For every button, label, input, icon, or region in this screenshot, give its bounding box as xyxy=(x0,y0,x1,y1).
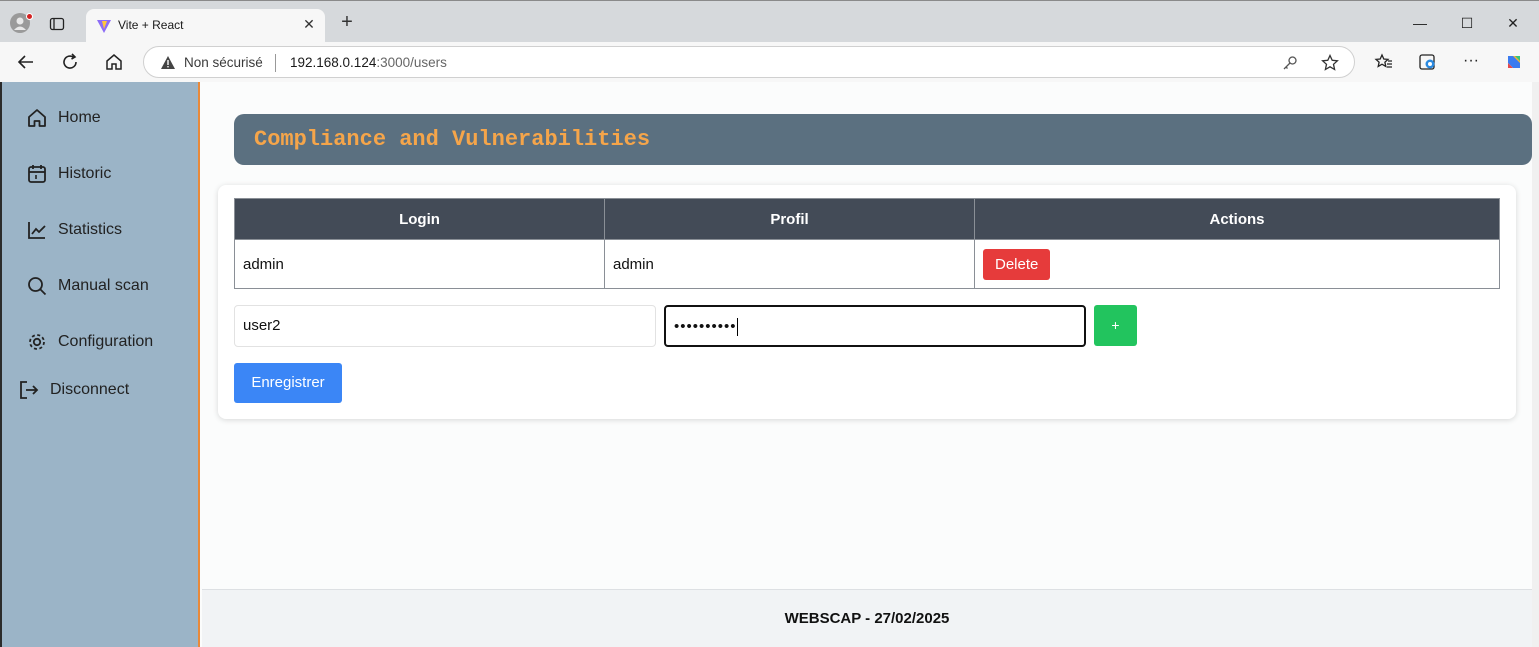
edge-collections-icon[interactable] xyxy=(1418,52,1438,72)
address-separator xyxy=(275,54,276,72)
login-input[interactable]: user2 xyxy=(234,305,656,347)
page-footer: WEBSCAP - 27/02/2025 xyxy=(202,589,1532,647)
sidebar-item-label: Home xyxy=(58,109,101,126)
sidebar: Home Historic Statistics Manual scan Con… xyxy=(2,82,200,647)
copilot-icon[interactable] xyxy=(1504,52,1524,72)
tab-title: Vite + React xyxy=(118,18,184,32)
sidebar-item-label: Disconnect xyxy=(50,381,130,398)
users-card: Login Profil Actions admin admin Delete xyxy=(218,185,1516,419)
url-text[interactable]: 192.168.0.124:3000/users xyxy=(290,55,447,70)
url-host: 192.168.0.124 xyxy=(290,55,377,70)
column-header-actions: Actions xyxy=(974,198,1500,240)
sidebar-item-disconnect[interactable]: Disconnect xyxy=(18,376,129,404)
page-scrollbar[interactable] xyxy=(1532,82,1539,647)
sidebar-item-label: Historic xyxy=(58,165,112,182)
sidebar-item-manual-scan[interactable]: Manual scan xyxy=(26,272,149,300)
home-browser-icon[interactable] xyxy=(104,52,124,72)
back-icon[interactable] xyxy=(16,52,36,72)
sidebar-item-label: Configuration xyxy=(58,333,154,350)
vite-logo-icon xyxy=(97,20,111,33)
close-window-icon[interactable]: ✕ xyxy=(1501,11,1525,35)
tab-actions-icon[interactable] xyxy=(49,16,65,32)
security-label: Non sécurisé xyxy=(184,55,263,70)
sidebar-item-statistics[interactable]: Statistics xyxy=(26,216,122,244)
table-row: admin admin Delete xyxy=(234,239,1500,289)
password-input[interactable]: •••••••••• xyxy=(664,305,1086,347)
favorites-icon[interactable] xyxy=(1374,52,1394,72)
save-button[interactable]: Enregistrer xyxy=(234,363,342,403)
sidebar-item-historic[interactable]: Historic xyxy=(26,160,111,188)
tab-close-icon[interactable]: ✕ xyxy=(300,16,318,33)
home-icon xyxy=(28,109,46,127)
cell-login: admin xyxy=(234,239,605,289)
browser-titlebar: Vite + React ✕ + — ☐ ✕ xyxy=(0,0,1539,43)
logout-icon xyxy=(20,381,39,399)
key-icon[interactable] xyxy=(1282,55,1298,71)
minimize-icon[interactable]: — xyxy=(1408,11,1432,35)
page-viewport: Home Historic Statistics Manual scan Con… xyxy=(2,82,1532,647)
more-options-icon[interactable]: ··· xyxy=(1461,52,1481,72)
add-user-button[interactable]: + xyxy=(1094,305,1137,346)
url-path: :3000/users xyxy=(376,55,447,70)
text-caret xyxy=(736,318,738,337)
footer-text: WEBSCAP - 27/02/2025 xyxy=(784,610,950,627)
main-content: Compliance and Vulnerabilities Login Pro… xyxy=(202,82,1532,647)
search-icon xyxy=(28,277,47,296)
new-tab-icon[interactable]: + xyxy=(337,12,357,33)
chart-icon xyxy=(28,222,46,239)
sidebar-item-label: Manual scan xyxy=(58,277,149,294)
calendar-icon xyxy=(28,165,46,183)
address-bar[interactable]: Non sécurisé 192.168.0.124:3000/users xyxy=(143,46,1355,78)
browser-tab[interactable]: Vite + React ✕ xyxy=(86,9,325,43)
cell-actions: Delete xyxy=(974,239,1500,289)
page-header: Compliance and Vulnerabilities xyxy=(234,114,1532,165)
gear-icon xyxy=(29,334,45,350)
cell-profil: admin xyxy=(604,239,975,289)
browser-toolbar: Non sécurisé 192.168.0.124:3000/users ··… xyxy=(0,42,1539,82)
sidebar-item-home[interactable]: Home xyxy=(26,104,101,132)
delete-button[interactable]: Delete xyxy=(983,248,1051,280)
reload-icon[interactable] xyxy=(60,52,80,72)
favorite-star-icon[interactable] xyxy=(1321,54,1339,72)
password-mask: •••••••••• xyxy=(674,318,737,335)
sidebar-item-label: Statistics xyxy=(58,221,123,238)
column-header-profil: Profil xyxy=(604,198,975,240)
maximize-icon[interactable]: ☐ xyxy=(1455,11,1479,35)
page-title: Compliance and Vulnerabilities xyxy=(254,127,651,152)
notification-dot-icon xyxy=(26,13,33,20)
table-header-row: Login Profil Actions xyxy=(234,198,1500,240)
users-table: Login Profil Actions admin admin Delete xyxy=(234,198,1500,289)
sidebar-item-configuration[interactable]: Configuration xyxy=(26,328,153,356)
column-header-login: Login xyxy=(234,198,605,240)
warning-icon[interactable] xyxy=(160,55,176,71)
